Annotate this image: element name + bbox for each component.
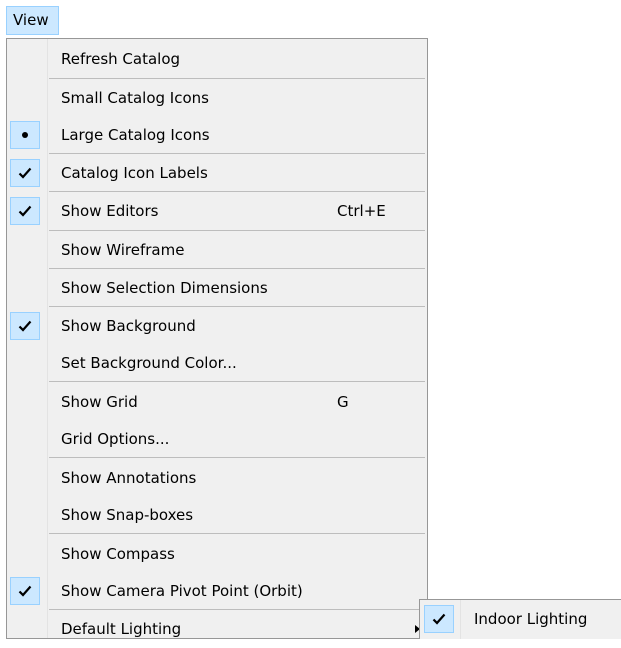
menu-item-show-editors[interactable]: Show Editors Ctrl+E	[7, 192, 427, 230]
menu-item-label: Grid Options...	[61, 430, 170, 448]
checkmark-icon	[424, 605, 454, 633]
checkmark-icon	[10, 197, 40, 225]
menu-item-label: Show Editors	[61, 202, 159, 220]
menu-item-label: Large Catalog Icons	[61, 126, 210, 144]
menu-item-label: Set Background Color...	[61, 354, 237, 372]
checkmark-icon	[10, 159, 40, 187]
menu-view[interactable]: View	[6, 6, 59, 35]
menu-item-refresh-catalog[interactable]: Refresh Catalog	[7, 40, 427, 78]
menu-item-small-catalog-icons[interactable]: Small Catalog Icons	[7, 79, 427, 117]
menu-item-label: Indoor Lighting	[474, 610, 588, 628]
menu-item-label: Refresh Catalog	[61, 50, 181, 68]
menu-item-label: Show Grid	[61, 393, 138, 411]
menu-item-show-annotations[interactable]: Show Annotations	[7, 459, 427, 497]
view-menu-dropdown: Refresh Catalog Small Catalog Icons Larg…	[6, 38, 428, 639]
menu-separator	[49, 533, 425, 534]
menu-item-label: Default Lighting	[61, 620, 182, 638]
menu-item-shortcut: Ctrl+E	[337, 202, 386, 220]
menu-item-show-snap-boxes[interactable]: Show Snap-boxes	[7, 496, 427, 534]
menu-item-label: Show Background	[61, 317, 196, 335]
menu-item-shortcut: G	[337, 393, 349, 411]
menu-item-catalog-icon-labels[interactable]: Catalog Icon Labels	[7, 154, 427, 192]
menu-item-show-compass[interactable]: Show Compass	[7, 535, 427, 573]
menu-item-large-catalog-icons[interactable]: Large Catalog Icons	[7, 116, 427, 154]
menu-item-grid-options[interactable]: Grid Options...	[7, 420, 427, 458]
menu-item-label: Show Snap-boxes	[61, 506, 194, 524]
checkmark-icon	[10, 312, 40, 340]
default-lighting-submenu: Indoor Lighting	[419, 599, 621, 639]
menu-item-show-wireframe[interactable]: Show Wireframe	[7, 231, 427, 269]
menu-separator	[49, 381, 425, 382]
menu-view-label: View	[13, 11, 49, 29]
menu-item-label: Show Compass	[61, 545, 175, 563]
menu-item-set-background-color[interactable]: Set Background Color...	[7, 344, 427, 382]
menu-item-label: Show Selection Dimensions	[61, 279, 268, 297]
menu-item-indoor-lighting[interactable]: Indoor Lighting	[420, 600, 620, 638]
menu-item-show-background[interactable]: Show Background	[7, 307, 427, 345]
menu-item-show-grid[interactable]: Show Grid G	[7, 383, 427, 421]
menu-item-label: Show Annotations	[61, 469, 197, 487]
menu-item-label: Small Catalog Icons	[61, 89, 209, 107]
menu-item-default-lighting[interactable]: Default Lighting	[7, 600, 427, 638]
menu-separator	[49, 457, 425, 458]
menu-item-label: Show Wireframe	[61, 241, 185, 259]
menu-item-show-selection-dimensions[interactable]: Show Selection Dimensions	[7, 269, 427, 307]
radio-dot-icon	[10, 121, 40, 149]
menu-item-label: Catalog Icon Labels	[61, 164, 208, 182]
